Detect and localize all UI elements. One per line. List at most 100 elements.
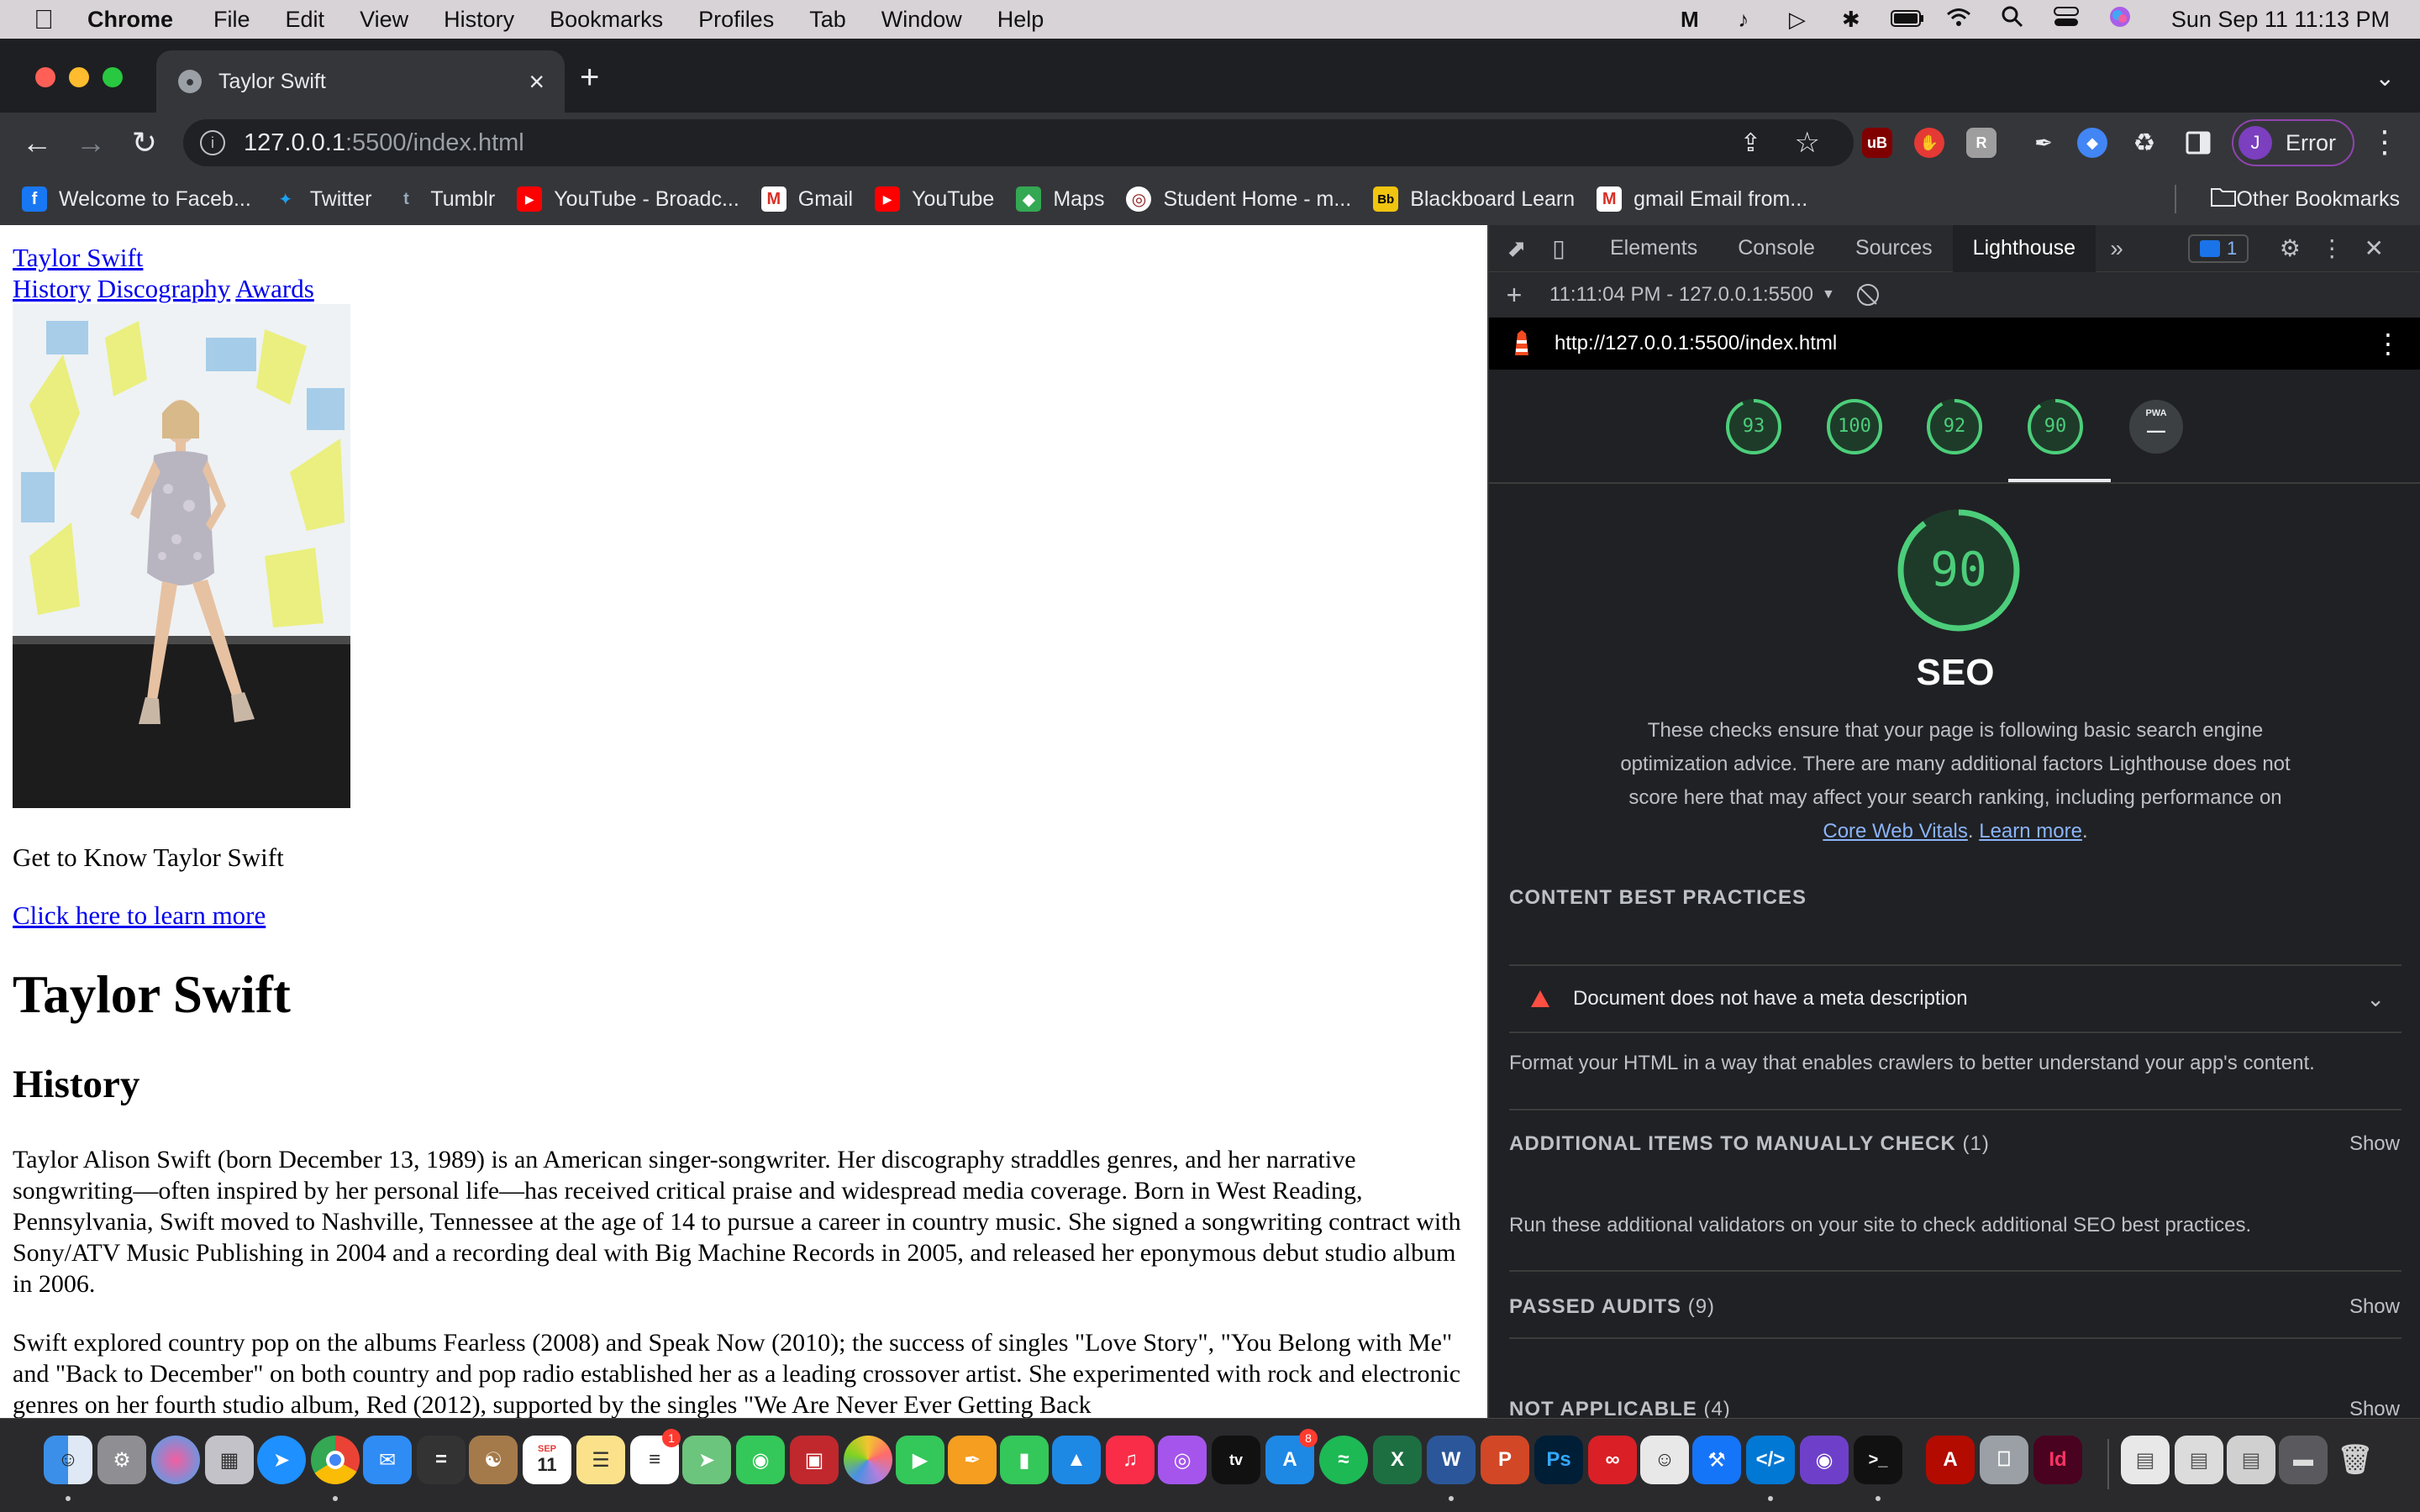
podcasts-icon[interactable]: ◎: [1158, 1436, 1207, 1484]
photos-icon[interactable]: [844, 1436, 892, 1484]
bookmark-blackboard[interactable]: Bb Blackboard Learn: [1373, 186, 1575, 212]
indesign-icon[interactable]: Id: [2033, 1436, 2082, 1484]
devtools-settings-gear-icon[interactable]: ⚙: [2269, 225, 2311, 272]
figure-app-icon[interactable]: ☺: [1640, 1436, 1689, 1484]
document-thumbnail-icon[interactable]: ▤: [2121, 1436, 2170, 1484]
menu-help[interactable]: Help: [997, 7, 1044, 33]
nav-awards-link[interactable]: Awards: [235, 274, 314, 303]
spotify-icon[interactable]: ≈: [1319, 1436, 1368, 1484]
bookmark-facebook[interactable]: f Welcome to Faceb...: [22, 186, 251, 212]
menu-view[interactable]: View: [360, 7, 408, 33]
report-menu-icon[interactable]: ⋮: [2375, 328, 2402, 360]
menu-tab[interactable]: Tab: [809, 7, 846, 33]
inspect-element-icon[interactable]: ⬈: [1496, 225, 1538, 272]
word-icon[interactable]: W: [1427, 1436, 1476, 1484]
finder-icon[interactable]: ☺: [44, 1436, 92, 1484]
menu-profiles[interactable]: Profiles: [698, 7, 774, 33]
issues-badge[interactable]: 1: [2188, 234, 2249, 263]
site-title-link[interactable]: Taylor Swift: [13, 242, 143, 273]
siri-dock-icon[interactable]: [151, 1436, 200, 1484]
gauge-pwa[interactable]: PWA —: [2128, 398, 2185, 455]
pages-icon[interactable]: ✒: [948, 1436, 997, 1484]
window-zoom-button[interactable]: [103, 67, 123, 87]
gauge-accessibility[interactable]: 100: [1826, 398, 1883, 455]
expand-chevron-icon[interactable]: ⌄: [2366, 986, 2385, 1012]
github-desktop-icon[interactable]: ◉: [1800, 1436, 1849, 1484]
back-button[interactable]: ←: [17, 123, 57, 163]
bookmark-tumblr[interactable]: t Tumblr: [393, 186, 495, 212]
powerpoint-icon[interactable]: P: [1481, 1436, 1529, 1484]
system-preferences-icon[interactable]: ⚙: [97, 1436, 146, 1484]
screenshot-thumbnail-icon[interactable]: ▤: [2227, 1436, 2275, 1484]
core-web-vitals-link[interactable]: Core Web Vitals: [1823, 820, 1968, 843]
clear-reports-icon[interactable]: [1856, 284, 1879, 306]
menu-history[interactable]: History: [444, 7, 514, 33]
photo-booth-icon[interactable]: ▣: [790, 1436, 839, 1484]
notes-icon[interactable]: ☰: [576, 1436, 625, 1484]
contacts-icon[interactable]: ☯: [469, 1436, 518, 1484]
launchpad-icon[interactable]: ▦: [205, 1436, 254, 1484]
chrome-menu-icon[interactable]: ⋮: [2370, 124, 2400, 160]
wifi-icon[interactable]: [1944, 7, 1973, 33]
bookmark-star-icon[interactable]: ☆: [1795, 126, 1820, 160]
tab-sources[interactable]: Sources: [1835, 225, 1953, 272]
devtools-more-options-icon[interactable]: ⋮: [2311, 225, 2353, 272]
apple-menu-icon[interactable]: : [0, 4, 87, 35]
folder-stack-icon[interactable]: ▬: [2279, 1436, 2328, 1484]
bookmark-gmail-email[interactable]: Mgmail Email from...: [1597, 186, 1807, 212]
siri-icon[interactable]: [2106, 5, 2134, 34]
device-toolbar-icon[interactable]: ▯: [1538, 225, 1580, 272]
menu-window[interactable]: Window: [881, 7, 962, 33]
site-info-icon[interactable]: i: [200, 130, 225, 155]
menu-edit[interactable]: Edit: [286, 7, 325, 33]
acrobat-icon[interactable]: A: [1926, 1436, 1975, 1484]
manual-check-heading[interactable]: ADDITIONAL ITEMS TO MANUALLY CHECK (1): [1509, 1132, 1990, 1156]
new-report-plus-icon[interactable]: +: [1489, 280, 1539, 311]
terminal-icon[interactable]: >_: [1854, 1436, 1902, 1484]
menu-bookmarks[interactable]: Bookmarks: [550, 7, 663, 33]
adblock-extension-icon[interactable]: ✋: [1914, 128, 1944, 158]
safari-icon[interactable]: ➤: [257, 1436, 306, 1484]
vpn-extension-icon[interactable]: ◆: [2077, 128, 2107, 158]
music-icon[interactable]: ♫: [1106, 1436, 1155, 1484]
numbers-icon[interactable]: ▮: [1000, 1436, 1049, 1484]
xcode-icon[interactable]: ⚒: [1692, 1436, 1741, 1484]
window-minimize-button[interactable]: [69, 67, 89, 87]
bookmark-twitter[interactable]: ✦ Twitter: [273, 186, 371, 212]
menubar-clock[interactable]: Sun Sep 11 11:13 PM: [2171, 7, 2390, 33]
menu-app-name[interactable]: Chrome: [87, 7, 173, 33]
battery-icon[interactable]: [1890, 7, 1923, 33]
malwarebytes-icon[interactable]: M: [1676, 7, 1704, 33]
address-bar[interactable]: i 127.0.0.1:5500/index.html ⇪ ☆: [183, 119, 1854, 166]
play-icon[interactable]: ▷: [1783, 7, 1812, 33]
ublock-extension-icon[interactable]: uB: [1862, 128, 1892, 158]
extensions-puzzle-icon[interactable]: ♻: [2129, 128, 2160, 158]
airpods-icon[interactable]: ♪: [1729, 7, 1758, 33]
bluetooth-icon[interactable]: ✱: [1837, 7, 1865, 33]
tab-search-chevron-icon[interactable]: ⌄: [2375, 64, 2395, 92]
side-panel-icon[interactable]: [2183, 128, 2213, 158]
audit-meta-description[interactable]: Document does not have a meta descriptio…: [1509, 964, 2402, 1033]
apple-tv-icon[interactable]: tv: [1212, 1436, 1260, 1484]
spotlight-search-icon[interactable]: [1998, 6, 2027, 34]
grammarly-extension-icon[interactable]: R: [1966, 128, 1996, 158]
nav-discography-link[interactable]: Discography: [97, 274, 230, 303]
photoshop-icon[interactable]: Ps: [1534, 1436, 1583, 1484]
tab-lighthouse[interactable]: Lighthouse: [1952, 224, 2096, 272]
tab-close-icon[interactable]: ×: [529, 66, 544, 97]
control-center-icon[interactable]: [2052, 6, 2081, 33]
gauge-best-practices[interactable]: 92: [1926, 398, 1983, 455]
nav-history-link[interactable]: History: [13, 274, 91, 303]
calculator-icon[interactable]: =: [417, 1436, 466, 1484]
keynote-icon[interactable]: ▲: [1052, 1436, 1101, 1484]
passed-audits-show-toggle[interactable]: Show: [2349, 1295, 2400, 1319]
gauge-performance[interactable]: 93: [1725, 398, 1782, 455]
eyedropper-extension-icon[interactable]: ✒: [2028, 128, 2059, 158]
creative-cloud-icon[interactable]: ∞: [1588, 1436, 1637, 1484]
bookmark-youtube-broadcast[interactable]: ▶ YouTube - Broadc...: [517, 186, 739, 212]
tab-console[interactable]: Console: [1718, 225, 1835, 272]
window-close-button[interactable]: [35, 67, 55, 87]
learn-more-link[interactable]: Learn more: [1979, 820, 2082, 843]
calendar-icon[interactable]: SEP 11: [523, 1436, 571, 1484]
messages-icon[interactable]: ◉: [736, 1436, 785, 1484]
